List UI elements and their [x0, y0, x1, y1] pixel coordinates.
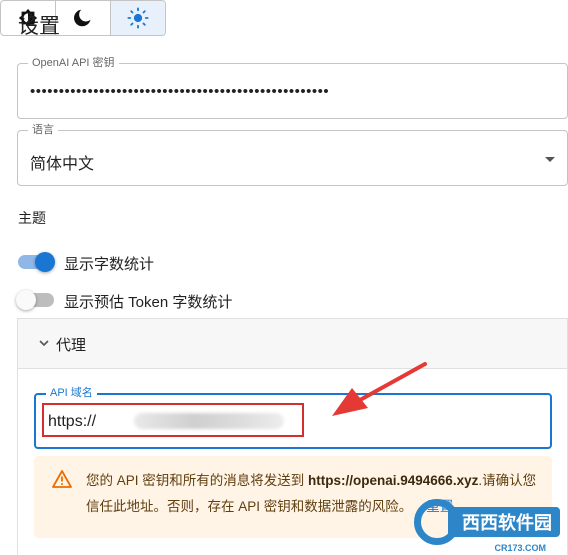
language-select[interactable]: 语言 简体中文: [17, 123, 568, 186]
theme-label: 主题: [18, 210, 46, 226]
watermark-text: 西西软件园: [448, 507, 560, 537]
proxy-label: 代理: [56, 337, 87, 354]
watermark-subtext: CR173.COM: [494, 543, 546, 553]
theme-light-button[interactable]: [111, 1, 165, 35]
api-key-input[interactable]: ••••••••••••••••••••••••••••••••••••••••…: [30, 84, 329, 100]
warning-text-before: 您的 API 密钥和所有的消息将发送到: [86, 473, 309, 488]
token-count-switch[interactable]: [16, 290, 54, 310]
token-count-label: 显示预估 Token 字数统计: [64, 294, 233, 311]
api-domain-legend: API 域名: [46, 386, 97, 400]
switch-knob: [35, 252, 55, 272]
warning-domain: https://openai.9494666.xyz: [308, 473, 479, 488]
theme-dark-button[interactable]: [56, 1, 111, 35]
word-count-switch[interactable]: [18, 252, 55, 272]
word-count-label: 显示字数统计: [64, 256, 155, 273]
language-legend: 语言: [28, 123, 58, 137]
moon-icon: [74, 9, 91, 27]
api-key-field[interactable]: OpenAI API 密钥 ••••••••••••••••••••••••••…: [17, 56, 568, 119]
chevron-down-icon[interactable]: [545, 157, 555, 162]
switch-knob: [16, 290, 36, 310]
proxy-accordion-header[interactable]: 代理: [18, 319, 567, 369]
language-value: 简体中文: [30, 156, 95, 173]
api-key-legend: OpenAI API 密钥: [28, 56, 119, 70]
chevron-down-icon: [39, 340, 49, 347]
sun-icon: [127, 7, 149, 29]
warning-icon: [52, 470, 72, 488]
page-title: 设置: [18, 15, 60, 38]
red-arrow-annotation: [332, 362, 427, 416]
watermark-logo: 西西软件园 CR173.COM: [414, 499, 560, 553]
highlight-box: [42, 403, 304, 437]
